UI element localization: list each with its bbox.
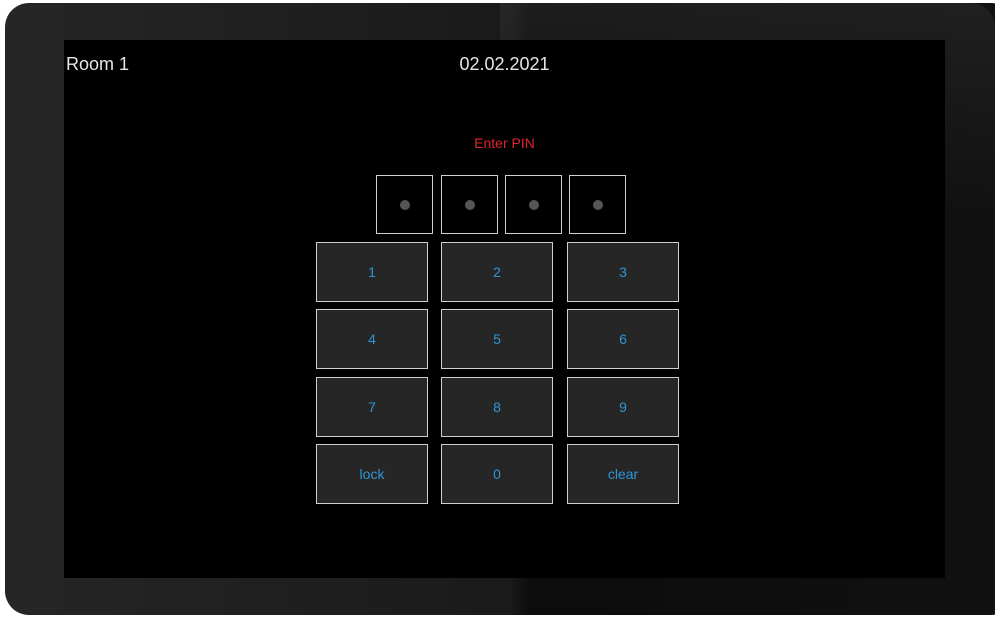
pin-digit-1	[376, 175, 433, 234]
pin-digit-2	[441, 175, 498, 234]
key-8-button[interactable]: 8	[441, 377, 553, 437]
lock-button[interactable]: lock	[316, 444, 428, 504]
key-4-button[interactable]: 4	[316, 309, 428, 369]
pin-prompt: Enter PIN	[474, 135, 535, 151]
clear-button[interactable]: clear	[567, 444, 679, 504]
pin-digit-4	[569, 175, 626, 234]
key-3-button[interactable]: 3	[567, 242, 679, 302]
pin-dot-icon	[399, 199, 410, 210]
key-6-button[interactable]: 6	[567, 309, 679, 369]
key-2-button[interactable]: 2	[441, 242, 553, 302]
pin-digit-3	[505, 175, 562, 234]
key-1-button[interactable]: 1	[316, 242, 428, 302]
key-0-button[interactable]: 0	[441, 444, 553, 504]
key-7-button[interactable]: 7	[316, 377, 428, 437]
current-date: 02.02.2021	[459, 54, 550, 74]
pin-dot-icon	[528, 199, 539, 210]
pin-dot-icon	[464, 199, 475, 210]
key-9-button[interactable]: 9	[567, 377, 679, 437]
key-5-button[interactable]: 5	[441, 309, 553, 369]
touch-panel-screen: Room 1 02.02.2021 Enter PIN 1 2 3 4 5 6 …	[64, 40, 945, 578]
pin-dot-icon	[592, 199, 603, 210]
